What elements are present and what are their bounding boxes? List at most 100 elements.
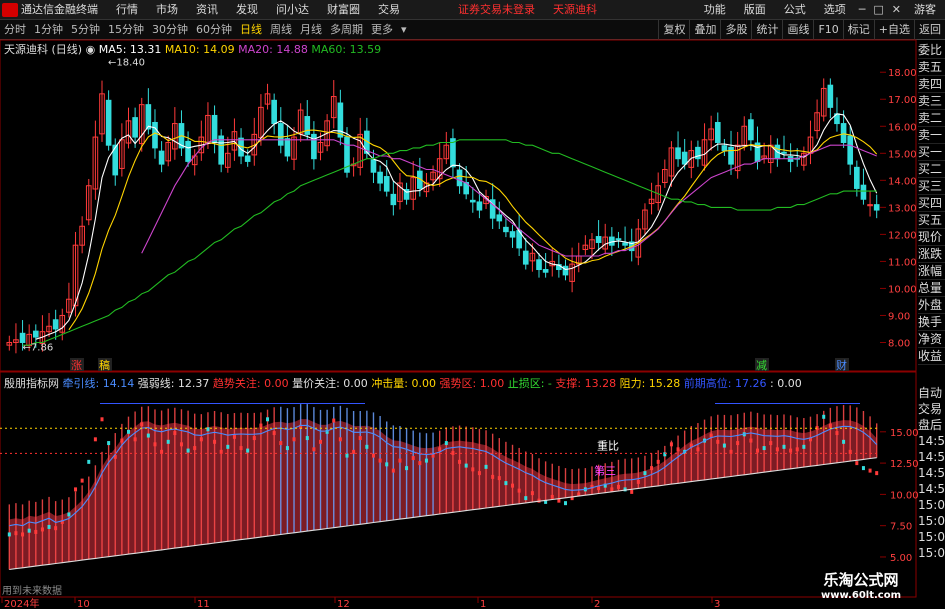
side-panel-label[interactable]: 涨幅 bbox=[918, 263, 945, 280]
indicator-legend-item: 强弱线: 12.37 bbox=[137, 377, 213, 390]
y-tick-label: 15.00 bbox=[888, 149, 917, 160]
candle-body bbox=[105, 99, 112, 146]
indicator-candle bbox=[716, 439, 720, 444]
x-tick-label: 2 bbox=[594, 599, 600, 609]
y-tick-label: 18.00 bbox=[888, 68, 917, 79]
indicator-legend: 殷朋指标网 牵引线: 14.14 强弱线: 12.37 趋势关注: 0.00 量… bbox=[4, 375, 802, 391]
indicator-candle bbox=[47, 524, 51, 529]
indicator-candle bbox=[696, 447, 700, 452]
side-panel-label[interactable]: 买四 bbox=[918, 195, 945, 212]
y-tick-label: 8.00 bbox=[888, 338, 910, 349]
side-panel-label[interactable]: 卖一 bbox=[918, 127, 945, 144]
candle-body bbox=[244, 155, 251, 162]
candle-body bbox=[840, 123, 847, 143]
tick-time-label: 15:00 bbox=[918, 498, 945, 512]
side-panel-label[interactable]: 换手 bbox=[918, 314, 945, 331]
side-panel-label[interactable]: 买一 bbox=[918, 144, 945, 161]
side-panel-label[interactable]: 现价 bbox=[918, 229, 945, 246]
indicator-candle bbox=[868, 468, 872, 473]
low-price-label: ←7.86 bbox=[23, 342, 54, 353]
indicator-candle bbox=[272, 431, 276, 436]
candle-body bbox=[728, 146, 734, 165]
indicator-candle bbox=[199, 437, 203, 442]
indicator-candle bbox=[107, 441, 111, 446]
candle-body bbox=[456, 169, 463, 187]
indicator-candle bbox=[292, 437, 296, 442]
indicator-candle bbox=[517, 488, 521, 493]
side-panel-label[interactable]: 卖二 bbox=[918, 110, 945, 127]
indicator-candle bbox=[67, 512, 71, 517]
y-tick-label: 13.00 bbox=[888, 203, 917, 214]
kline-chart[interactable]: 8.009.0010.0011.0012.0013.0014.0015.0016… bbox=[0, 0, 945, 609]
indicator-candle bbox=[616, 484, 620, 489]
indicator-candle bbox=[656, 459, 660, 464]
side-panel-label[interactable]: 卖五 bbox=[918, 59, 945, 76]
indicator-candle bbox=[312, 447, 316, 452]
side-panel-label[interactable]: 总量 bbox=[918, 280, 945, 297]
candle-body bbox=[542, 269, 549, 273]
side-panel-label[interactable]: 外盘 bbox=[918, 297, 945, 314]
indicator-mark: 重比 bbox=[597, 438, 619, 452]
candle-body bbox=[562, 265, 569, 276]
future-data-note: 用到未来数据 bbox=[2, 586, 62, 597]
indicator-candle bbox=[365, 444, 369, 449]
indicator-candle bbox=[411, 456, 415, 461]
indicator-candle bbox=[27, 528, 31, 533]
side-panel-label[interactable]: 卖四 bbox=[918, 76, 945, 93]
indicator-name[interactable]: 殷朋指标网 bbox=[4, 377, 59, 390]
candle-body bbox=[854, 166, 860, 189]
candle-body bbox=[714, 121, 721, 143]
indicator-candle bbox=[855, 461, 859, 466]
indicator-candle bbox=[391, 468, 395, 473]
ind-y-tick-label: 5.00 bbox=[890, 553, 912, 564]
indicator-candle bbox=[524, 496, 528, 501]
candle-body bbox=[847, 135, 854, 165]
candle-body bbox=[681, 151, 688, 165]
side-panel-label[interactable]: 买五 bbox=[918, 212, 945, 229]
candle-body bbox=[211, 114, 218, 143]
y-tick-label: 17.00 bbox=[888, 95, 917, 106]
side-panel-label[interactable]: 委比 bbox=[918, 42, 945, 59]
y-tick-label: 9.00 bbox=[888, 311, 910, 322]
y-tick-label: 12.00 bbox=[888, 230, 917, 241]
candle-body bbox=[32, 330, 39, 338]
main-legend: 天源迪科 (日线) ◉ MA5: 13.31 MA10: 14.09 MA20:… bbox=[4, 41, 381, 57]
strength-area bbox=[9, 419, 877, 570]
indicator-candle bbox=[756, 448, 760, 453]
side-panel-label[interactable]: 买二 bbox=[918, 161, 945, 178]
indicator-candle bbox=[232, 434, 236, 439]
indicator-candle bbox=[424, 458, 428, 463]
x-tick-label: 10 bbox=[77, 599, 90, 609]
indicator-candle bbox=[828, 423, 832, 428]
indicator-candle bbox=[126, 429, 130, 434]
indicator-candle bbox=[802, 444, 806, 449]
indicator-candle bbox=[822, 414, 826, 419]
side-panel-label[interactable]: 收益 bbox=[918, 348, 945, 365]
side-panel-label[interactable]: 买三 bbox=[918, 178, 945, 195]
indicator-candle bbox=[749, 438, 753, 443]
indicator-candle bbox=[438, 447, 442, 452]
indicator-candle bbox=[319, 439, 323, 444]
indicator-candle bbox=[140, 422, 144, 427]
candle-body bbox=[860, 184, 867, 200]
indicator-legend-item: 止损区: - bbox=[507, 377, 556, 390]
x-tick-label: 11 bbox=[197, 599, 210, 609]
candle-body bbox=[476, 201, 483, 211]
side-panel-label[interactable]: 涨跌 bbox=[918, 246, 945, 263]
candle-body bbox=[152, 121, 158, 149]
candle-body bbox=[873, 204, 880, 211]
tick-time-label: 14:56 bbox=[918, 466, 945, 480]
candle-body bbox=[503, 226, 509, 233]
indicator-candle bbox=[484, 464, 488, 469]
indicator-legend-item: 牵引线: 14.14 bbox=[62, 377, 138, 390]
indicator-candle bbox=[842, 439, 846, 444]
side-panel-label[interactable]: 净资 bbox=[918, 331, 945, 348]
ma20-label: MA20: 14.88 bbox=[238, 43, 308, 56]
side-panel-label[interactable]: 卖三 bbox=[918, 93, 945, 110]
candle-body bbox=[595, 236, 602, 243]
indicator-candle bbox=[371, 453, 375, 458]
candle-body bbox=[277, 123, 284, 146]
settings-icon[interactable]: ◉ bbox=[86, 43, 99, 56]
candles-group bbox=[6, 78, 880, 354]
indicator-candle bbox=[100, 417, 104, 422]
